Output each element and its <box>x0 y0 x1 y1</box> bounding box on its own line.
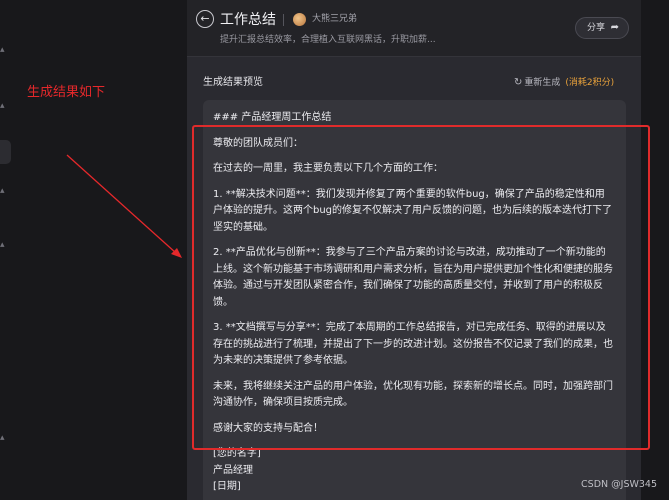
signature-line: [日期] <box>213 481 241 492</box>
sidebar-selected-item[interactable] <box>0 140 11 164</box>
share-label: 分享 <box>587 23 606 33</box>
left-sidebar-edge: ▴ ▴ ▴ ▴ ▴ <box>0 0 14 500</box>
arrow-left-icon: ← <box>200 12 210 25</box>
collapse-marker-icon[interactable]: ▴ <box>0 101 5 111</box>
highlight-box <box>192 125 650 450</box>
signature-line: 产品经理 <box>213 464 253 476</box>
back-button[interactable]: ← <box>196 10 214 28</box>
watermark: CSDN @JSW345 <box>581 479 657 490</box>
preview-section-title: 生成结果预览 <box>203 77 263 88</box>
collapse-marker-icon[interactable]: ▴ <box>0 433 5 443</box>
page-subtitle: 提升汇报总结效率，合理植入互联网黑话，升职加薪... <box>220 35 436 45</box>
header-divider <box>283 14 284 26</box>
regenerate-control[interactable]: ↻ 重新生成 (消耗2积分) <box>514 76 614 90</box>
panel-header: ← 工作总结 大熊三兄弟 提升汇报总结效率，合理植入互联网黑话，升职加薪... … <box>187 0 641 57</box>
page-title: 工作总结 <box>220 12 276 28</box>
author-name[interactable]: 大熊三兄弟 <box>312 13 357 26</box>
collapse-marker-icon[interactable]: ▴ <box>0 186 5 196</box>
app-window: ▴ ▴ ▴ ▴ ▴ 生成结果如下 ← 工作总结 大熊三兄弟 提升汇报总结效率，合… <box>0 0 669 500</box>
regenerate-button[interactable]: 重新生成 <box>524 78 560 88</box>
collapse-marker-icon[interactable]: ▴ <box>0 45 5 55</box>
share-button[interactable]: 分享 ➦ <box>575 17 629 39</box>
cost-note: (消耗2积分) <box>565 78 615 88</box>
share-arrow-icon: ➦ <box>610 22 619 33</box>
collapse-marker-icon[interactable]: ▴ <box>0 240 5 250</box>
avatar[interactable] <box>293 13 306 26</box>
annotation-label: 生成结果如下 <box>27 85 106 100</box>
refresh-icon[interactable]: ↻ <box>514 77 522 88</box>
